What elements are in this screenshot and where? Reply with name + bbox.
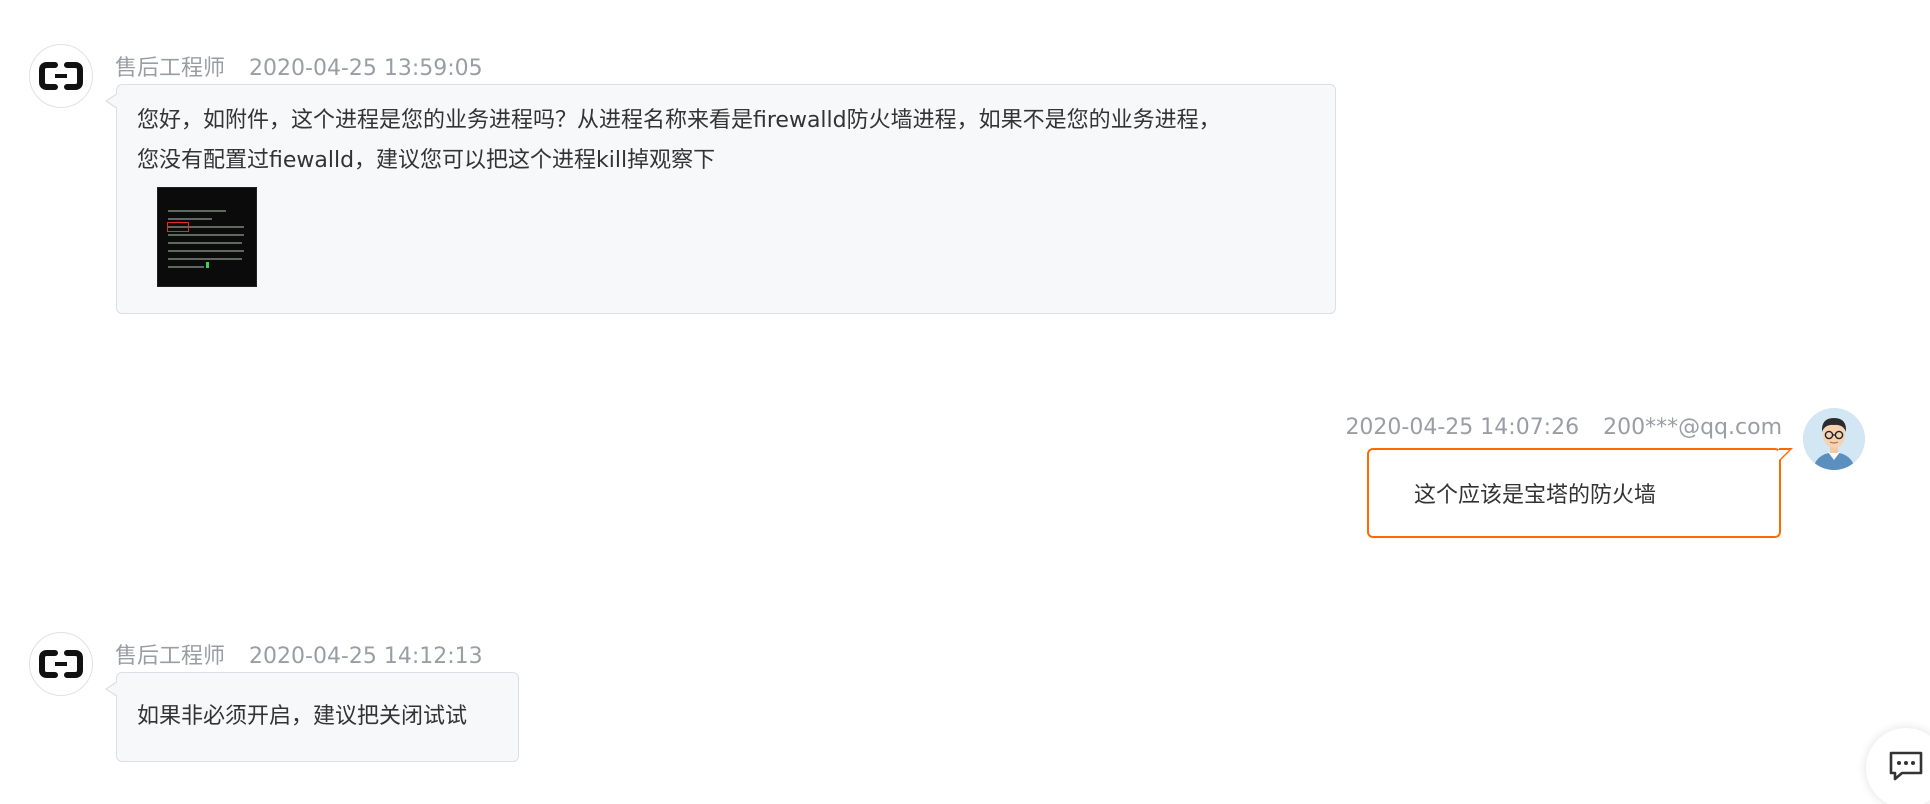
chat-button[interactable]	[1866, 728, 1930, 804]
message-text: 这个应该是宝塔的防火墙	[1414, 483, 1657, 508]
sender-name: 售后工程师	[115, 644, 226, 669]
message-text: 如果非必须开启，建议把关闭试试	[137, 704, 468, 729]
message-bubble: 这个应该是宝塔的防火墙	[1367, 448, 1793, 538]
message-time: 2020-04-25 13:59:05	[249, 56, 483, 81]
sender-name: 200***@qq.com	[1603, 415, 1782, 440]
message-time: 2020-04-25 14:07:26	[1345, 415, 1580, 440]
message-text-line: 您没有配置过fiewalld，建议您可以把这个进程kill掉观察下	[137, 148, 716, 173]
message-meta: 2020-04-25 14:07:26 200***@qq.com	[1345, 415, 1782, 440]
message-time: 2020-04-25 14:12:13	[249, 644, 483, 669]
sender-name: 售后工程师	[115, 56, 226, 81]
user-avatar-icon	[1803, 408, 1865, 470]
message-meta: 售后工程师 2020-04-25 14:12:13	[115, 638, 483, 670]
attachment-thumbnail[interactable]	[157, 187, 257, 287]
aliyun-logo-icon	[29, 44, 93, 108]
message-meta: 售后工程师 2020-04-25 13:59:05	[115, 50, 483, 82]
message-bubble: 您好，如附件，这个进程是您的业务进程吗？从进程名称来看是firewalld防火墙…	[105, 84, 1336, 314]
chat-bubble-icon	[1888, 750, 1924, 786]
message-bubble: 如果非必须开启，建议把关闭试试	[105, 672, 519, 762]
message-text-line: 您好，如附件，这个进程是您的业务进程吗？从进程名称来看是firewalld防火墙…	[137, 108, 1221, 133]
aliyun-logo-icon	[29, 632, 93, 696]
ticket-conversation: 售后工程师 2020-04-25 13:59:05 您好，如附件，这个进程是您的业…	[0, 0, 1930, 804]
